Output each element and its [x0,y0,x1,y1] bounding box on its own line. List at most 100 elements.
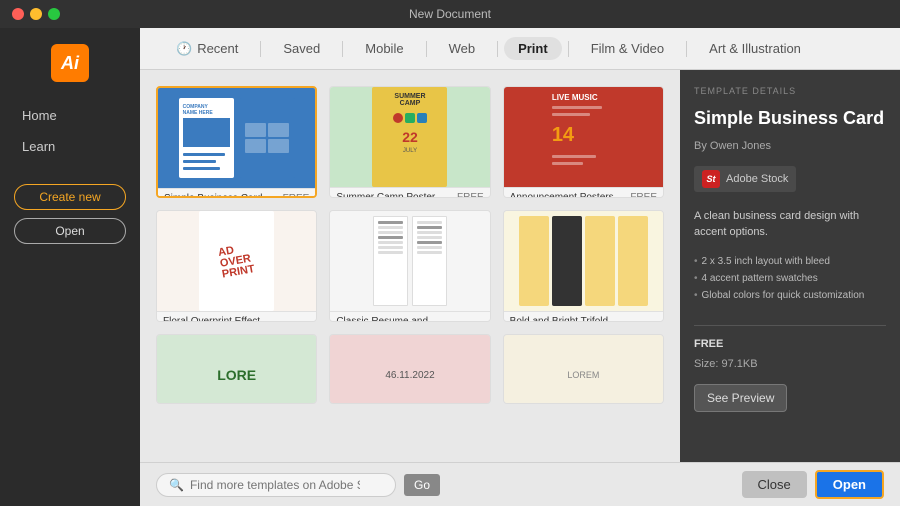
panel-bullet-2: • 4 accent pattern swatches [694,272,886,286]
template-thumb-brochure [504,211,663,311]
panel-divider [694,325,886,326]
template-badge-announcement: FREE [630,192,657,198]
tab-mobile[interactable]: Mobile [349,35,419,62]
create-new-button[interactable]: Create new [14,184,126,210]
template-card-resume[interactable]: Classic Resume and Cover Letter... FREE [329,210,490,322]
panel-author: By Owen Jones [694,140,886,152]
tab-separator-4 [497,41,498,57]
template-name-brochure: Bold and Bright Trifold Brochure ... [510,316,631,322]
template-badge-brochure: FREE [630,322,657,323]
template-name-announcement: Announcement Posters [510,192,614,198]
template-footer-announcement: Announcement Posters FREE [504,187,663,198]
bottom-bar: 🔍 Go Close Open [140,462,900,506]
sidebar-buttons: Create new Open [0,184,140,244]
tab-separator-2 [342,41,343,57]
tab-separator-1 [260,41,261,57]
tab-separator-3 [426,41,427,57]
template-footer-resume: Classic Resume and Cover Letter... FREE [330,311,489,322]
tabs-bar: 🕐 Recent Saved Mobile Web Print Film & V… [140,28,900,70]
minimize-window-dot[interactable] [30,8,42,20]
template-badge-business-card: FREE [283,193,310,198]
partial-thumb-3: LOREM [504,335,663,404]
window-title: New Document [409,7,491,21]
template-name-summer-camp: Summer Camp Poster [336,192,435,198]
search-icon: 🔍 [169,478,184,492]
tab-print[interactable]: Print [504,37,562,60]
right-panel: TEMPLATE DETAILS Simple Business Card By… [680,70,900,462]
template-footer-brochure: Bold and Bright Trifold Brochure ... FRE… [504,311,663,322]
floral-preview: ADOVERPRINT [157,211,316,311]
panel-size: Size: 97.1KB [694,358,886,370]
summer-camp-preview: SUMMERCAMP 22 JULY [330,87,489,187]
panel-section-label: TEMPLATE DETAILS [694,86,886,96]
panel-stock-badge: St Adobe Stock [694,166,796,192]
announcement-preview: LIVE MUSIC 14 [504,87,663,187]
close-window-dot[interactable] [12,8,24,20]
adobe-stock-logo: St [702,170,720,188]
template-card-summer-camp[interactable]: SUMMERCAMP 22 JULY [329,86,490,198]
template-footer-summer-camp: Summer Camp Poster FREE [330,187,489,198]
tab-web[interactable]: Web [433,35,492,62]
template-card-brochure[interactable]: Bold and Bright Trifold Brochure ... FRE… [503,210,664,322]
template-name-resume: Classic Resume and Cover Letter... [336,316,457,322]
biz-card-front: COMPANYNAME HERE [179,98,234,178]
search-area: 🔍 Go [156,473,440,497]
tab-separator-6 [686,41,687,57]
template-thumb-summer-camp: SUMMERCAMP 22 JULY [330,87,489,187]
panel-template-title: Simple Business Card [694,108,886,130]
ai-logo: Ai [51,44,89,82]
template-badge-summer-camp: FREE [457,192,484,198]
template-area: COMPANYNAME HERE [140,70,900,462]
panel-price: FREE [694,338,886,350]
search-box: 🔍 [156,473,396,497]
tab-saved[interactable]: Saved [267,35,336,62]
partial-thumb-2: 46.11.2022 [330,335,489,404]
sidebar: Ai Home Learn Create new Open [0,28,140,506]
tab-film-video[interactable]: Film & Video [575,35,680,62]
titlebar: New Document [0,0,900,28]
tab-art-illustration[interactable]: Art & Illustration [693,35,817,62]
resume-preview [330,211,489,311]
template-name-floral: Floral Overprint Effect Flyers Set [163,316,284,322]
sidebar-nav: Home Learn [0,102,140,160]
see-preview-button[interactable]: See Preview [694,384,787,412]
close-button[interactable]: Close [742,471,807,498]
template-badge-floral: FREE [284,322,311,323]
maximize-window-dot[interactable] [48,8,60,20]
main-content: 🕐 Recent Saved Mobile Web Print Film & V… [140,28,900,506]
template-thumb-announcement: LIVE MUSIC 14 [504,87,663,187]
bottom-actions: Close Open [742,470,884,499]
template-footer-business-card: Simple Business Card FREE [158,188,315,198]
template-card-partial-1[interactable]: LORE [156,334,317,404]
panel-stock-label: Adobe Stock [726,173,788,185]
sidebar-item-home[interactable]: Home [12,102,128,129]
search-input[interactable] [190,478,360,492]
template-thumb-resume [330,211,489,311]
panel-bullet-1: • 2 x 3.5 inch layout with bleed [694,255,886,269]
biz-card-preview: COMPANYNAME HERE [158,88,315,188]
panel-bullets-list: • 2 x 3.5 inch layout with bleed • 4 acc… [694,255,886,303]
template-card-floral[interactable]: ADOVERPRINT Floral Overprint Effect Flye… [156,210,317,322]
template-badge-resume: FREE [457,322,484,323]
tab-separator-5 [568,41,569,57]
clock-icon: 🕐 [176,41,192,57]
app-layout: Ai Home Learn Create new Open 🕐 Recent S… [0,28,900,506]
template-card-partial-3[interactable]: LOREM [503,334,664,404]
template-thumb-business-card: COMPANYNAME HERE [158,88,315,188]
template-footer-floral: Floral Overprint Effect Flyers Set FREE [157,311,316,322]
go-button[interactable]: Go [404,474,440,496]
template-card-business-card[interactable]: COMPANYNAME HERE [156,86,317,198]
panel-description: A clean business card design with accent… [694,208,886,241]
sidebar-item-learn[interactable]: Learn [12,133,128,160]
window-controls [12,8,60,20]
template-thumb-floral: ADOVERPRINT [157,211,316,311]
panel-bullet-3: • Global colors for quick customization [694,289,886,303]
biz-card-back [240,98,295,178]
template-grid: COMPANYNAME HERE [140,70,680,462]
template-card-announcement[interactable]: LIVE MUSIC 14 Announcement Posters FREE [503,86,664,198]
template-card-partial-2[interactable]: 46.11.2022 [329,334,490,404]
partial-thumb-1: LORE [157,335,316,404]
open-button[interactable]: Open [14,218,126,244]
tab-recent[interactable]: 🕐 Recent [160,35,254,63]
open-document-button[interactable]: Open [815,470,884,499]
